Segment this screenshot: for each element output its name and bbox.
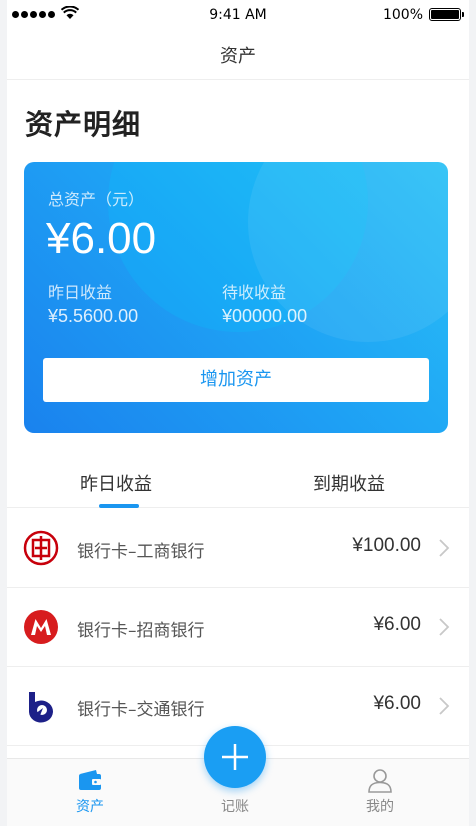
bocom-logo-icon bbox=[29, 692, 53, 723]
add-record-button[interactable] bbox=[204, 726, 266, 788]
total-assets-amount: ¥6.00 bbox=[46, 214, 157, 263]
wallet-icon bbox=[79, 770, 101, 790]
tabbar-label-record: 记账 bbox=[221, 799, 249, 815]
battery-percent: 100% bbox=[382, 7, 423, 23]
add-asset-button[interactable]: 增加资产 bbox=[43, 358, 429, 402]
account-name: 银行卡–工商银行 bbox=[77, 542, 205, 562]
account-row-cmb[interactable]: 银行卡–招商银行 ¥6.00 bbox=[7, 587, 469, 667]
chevron-right-icon bbox=[439, 618, 450, 636]
tabbar-label-mine: 我的 bbox=[366, 799, 394, 815]
asset-summary-card: 总资产（元） ¥6.00 昨日收益 ¥5.5600.00 待收收益 ¥00000… bbox=[24, 162, 448, 433]
status-bar: 9:41 AM 100% bbox=[7, 0, 469, 30]
tabbar-item-mine[interactable]: 我的 bbox=[340, 759, 420, 821]
account-amount: ¥6.00 bbox=[373, 693, 421, 714]
yesterday-earnings-value: ¥5.5600.00 bbox=[48, 306, 139, 326]
app-screen: 9:41 AM 100% 资产 资产明细 总资产（元） ¥6.00 昨日收益 ¥… bbox=[7, 0, 469, 826]
tab-yesterday-earnings[interactable]: 昨日收益 bbox=[80, 470, 152, 496]
section-title: 资产明细 bbox=[25, 108, 142, 141]
pending-earnings-value: ¥00000.00 bbox=[222, 306, 308, 326]
account-amount: ¥6.00 bbox=[373, 614, 421, 635]
earnings-tabs: 昨日收益 到期收益 bbox=[7, 460, 469, 508]
pending-earnings-label: 待收收益 bbox=[222, 283, 287, 302]
account-row-icbc[interactable]: 银行卡–工商银行 ¥100.00 bbox=[7, 508, 469, 588]
tabbar-label-assets: 资产 bbox=[76, 799, 104, 815]
cmb-logo-icon bbox=[24, 610, 58, 644]
account-name: 银行卡–交通银行 bbox=[77, 700, 205, 720]
total-assets-label: 总资产（元） bbox=[48, 190, 145, 209]
plus-icon bbox=[222, 744, 248, 770]
user-icon bbox=[368, 769, 392, 793]
account-amount: ¥100.00 bbox=[352, 535, 421, 556]
tabbar-item-assets[interactable]: 资产 bbox=[50, 759, 130, 821]
tab-due-earnings[interactable]: 到期收益 bbox=[313, 470, 385, 496]
chevron-right-icon bbox=[439, 539, 450, 557]
battery-icon bbox=[429, 8, 464, 21]
account-name: 银行卡–招商银行 bbox=[77, 621, 205, 641]
icbc-logo-icon bbox=[23, 530, 59, 566]
page-title: 资产 bbox=[220, 46, 256, 67]
yesterday-earnings-label: 昨日收益 bbox=[48, 283, 113, 302]
navigation-bar: 资产 bbox=[7, 30, 469, 80]
chevron-right-icon bbox=[439, 697, 450, 715]
